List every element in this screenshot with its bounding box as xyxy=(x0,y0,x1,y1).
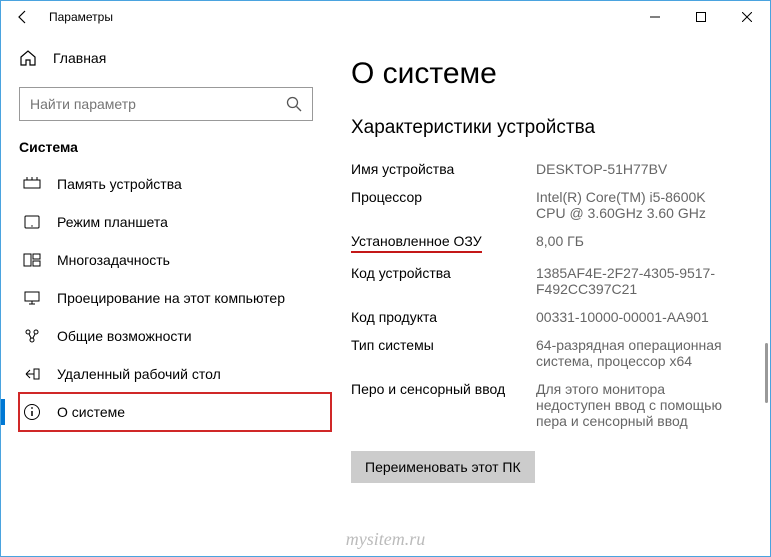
spec-row: Установленное ОЗУ8,00 ГБ xyxy=(351,227,750,259)
spec-label: Установленное ОЗУ xyxy=(351,233,536,253)
scrollbar-thumb[interactable] xyxy=(765,343,768,403)
titlebar: Параметры xyxy=(1,1,770,33)
shared-icon xyxy=(23,327,41,345)
home-icon xyxy=(19,49,37,67)
active-indicator xyxy=(1,399,5,425)
sidebar-item-multitask[interactable]: Многозадачность xyxy=(19,241,331,279)
sidebar-section-title: Система xyxy=(19,139,331,155)
spec-value: 64-разрядная операционная система, проце… xyxy=(536,337,736,369)
about-icon xyxy=(23,403,41,421)
spec-row: Код устройства1385AF4E-2F27-4305-9517-F4… xyxy=(351,259,750,303)
sidebar-item-label: О системе xyxy=(57,404,125,420)
page-title: О системе xyxy=(351,57,750,91)
sidebar: Главная Система Память устройства Режим п… xyxy=(1,33,331,556)
search-icon xyxy=(286,96,302,112)
main-panel: О системе Характеристики устройства Имя … xyxy=(331,33,770,556)
sidebar-item-remote[interactable]: Удаленный рабочий стол xyxy=(19,355,331,393)
close-button[interactable] xyxy=(724,1,770,33)
remote-icon xyxy=(23,365,41,383)
memory-icon xyxy=(23,175,41,193)
sidebar-item-project[interactable]: Проецирование на этот компьютер xyxy=(19,279,331,317)
back-button[interactable] xyxy=(11,5,35,29)
tablet-icon xyxy=(23,213,41,231)
project-icon xyxy=(23,289,41,307)
spec-label: Тип системы xyxy=(351,337,536,369)
spec-row: Тип системы64-разрядная операционная сис… xyxy=(351,331,750,375)
search-box[interactable] xyxy=(19,87,313,121)
multitask-icon xyxy=(23,251,41,269)
spec-value: Для этого монитора недоступен ввод с пом… xyxy=(536,381,736,429)
spec-value: 1385AF4E-2F27-4305-9517-F492CC397C21 xyxy=(536,265,736,297)
sidebar-item-label: Проецирование на этот компьютер xyxy=(57,290,285,306)
sidebar-item-label: Память устройства xyxy=(57,176,182,192)
sidebar-item-tablet[interactable]: Режим планшета xyxy=(19,203,331,241)
sidebar-item-memory[interactable]: Память устройства xyxy=(19,165,331,203)
sidebar-item-label: Многозадачность xyxy=(57,252,170,268)
rename-pc-button[interactable]: Переименовать этот ПК xyxy=(351,451,535,483)
scrollbar[interactable] xyxy=(758,33,768,554)
spec-row: Перо и сенсорный вводДля этого монитора … xyxy=(351,375,750,435)
home-button[interactable]: Главная xyxy=(19,41,331,75)
spec-value: 8,00 ГБ xyxy=(536,233,584,253)
spec-row: Код продукта00331-10000-00001-AA901 xyxy=(351,303,750,331)
spec-row: ПроцессорIntel(R) Core(TM) i5-8600K CPU … xyxy=(351,183,750,227)
device-spec-heading: Характеристики устройства xyxy=(351,117,750,139)
spec-label: Перо и сенсорный ввод xyxy=(351,381,536,429)
spec-label: Процессор xyxy=(351,189,536,221)
spec-value: DESKTOP-51H77BV xyxy=(536,161,667,177)
window-title: Параметры xyxy=(49,10,113,24)
sidebar-item-label: Режим планшета xyxy=(57,214,168,230)
search-input[interactable] xyxy=(30,96,286,112)
spec-label: Имя устройства xyxy=(351,161,536,177)
spec-value: Intel(R) Core(TM) i5-8600K CPU @ 3.60GHz… xyxy=(536,189,736,221)
sidebar-item-shared[interactable]: Общие возможности xyxy=(19,317,331,355)
spec-label: Код продукта xyxy=(351,309,536,325)
home-label: Главная xyxy=(53,50,106,66)
window-controls xyxy=(632,1,770,33)
minimize-button[interactable] xyxy=(632,1,678,33)
maximize-button[interactable] xyxy=(678,1,724,33)
sidebar-item-about[interactable]: О системе xyxy=(19,393,331,431)
spec-row: Имя устройстваDESKTOP-51H77BV xyxy=(351,155,750,183)
sidebar-item-label: Общие возможности xyxy=(57,328,192,344)
spec-value: 00331-10000-00001-AA901 xyxy=(536,309,709,325)
spec-label: Код устройства xyxy=(351,265,536,297)
sidebar-item-label: Удаленный рабочий стол xyxy=(57,366,221,382)
